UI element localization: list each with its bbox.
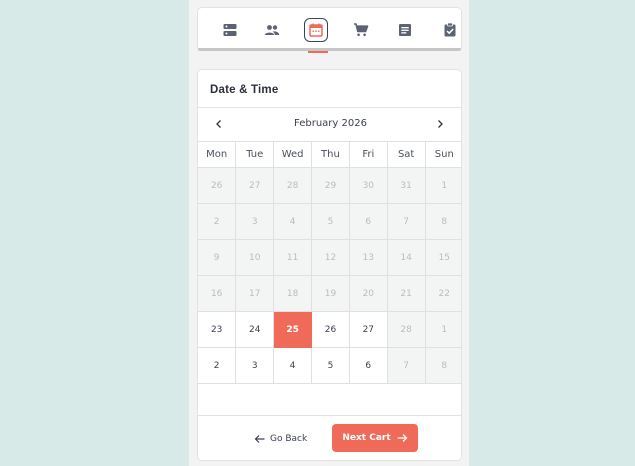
panel-footer: Go Back Next Cart (198, 415, 461, 460)
calendar-day-selected[interactable]: 25 (273, 311, 313, 348)
next-cart-button[interactable]: Next Cart (332, 424, 418, 452)
calendar-day-disabled: 6 (348, 203, 388, 240)
month-label: February 2026 (294, 118, 367, 129)
calendar-day[interactable]: 24 (235, 311, 275, 348)
calendar-day-disabled: 28 (273, 167, 313, 204)
calendar-day-disabled: 20 (348, 275, 388, 312)
next-cart-label: Next Cart (342, 433, 391, 443)
next-month-button[interactable] (432, 116, 448, 132)
calendar-day-disabled: 12 (311, 239, 350, 276)
calendar-day-disabled: 26 (198, 167, 237, 204)
people-icon (264, 25, 280, 35)
step-cart[interactable] (349, 18, 373, 42)
calendar-day-disabled: 27 (235, 167, 275, 204)
calendar-day-disabled: 15 (424, 239, 461, 276)
calendar-day[interactable]: 26 (311, 311, 350, 348)
calendar-day-disabled: 8 (424, 203, 461, 240)
calendar-day-disabled: 13 (348, 239, 388, 276)
calendar-day-disabled: 17 (235, 275, 275, 312)
server-icon (223, 24, 237, 36)
calendar-day-disabled: 7 (386, 203, 426, 240)
form-icon (399, 24, 411, 36)
calendar-day-disabled: 31 (386, 167, 426, 204)
calendar-day-disabled: 10 (235, 239, 275, 276)
calendar-week-row: 2345678 (198, 347, 461, 384)
weekday-header: Tue (235, 141, 275, 168)
arrow-left-icon (254, 435, 265, 443)
calendar-day-disabled: 16 (198, 275, 237, 312)
calendar-day-disabled: 8 (424, 347, 461, 384)
step-progress-track (198, 48, 461, 53)
step-date-time[interactable] (304, 18, 328, 42)
weekday-header: Wed (273, 141, 313, 168)
calendar-week-row: 9 10 11 12 13 14 15 (198, 239, 461, 276)
arrow-right-icon (397, 434, 408, 442)
calendar-day[interactable]: 2 (198, 347, 237, 384)
step-services[interactable] (218, 18, 242, 42)
calendar-day-disabled: 21 (386, 275, 426, 312)
weekday-header: Thu (311, 141, 350, 168)
calendar-icon (309, 23, 323, 37)
calendar-day[interactable]: 3 (235, 347, 275, 384)
calendar-week-row: 26 27 28 29 30 31 1 (198, 167, 461, 204)
clipboard-check-icon (444, 22, 456, 37)
weekday-header-row: Mon Tue Wed Thu Fri Sat Sun (198, 141, 461, 168)
calendar-day-disabled: 9 (198, 239, 237, 276)
weekday-header: Mon (198, 141, 237, 168)
go-back-button[interactable]: Go Back (254, 429, 307, 449)
calendar-day-disabled: 22 (424, 275, 461, 312)
calendar-day-disabled: 18 (273, 275, 313, 312)
calendar-day[interactable]: 27 (348, 311, 388, 348)
step-progress-indicator (308, 51, 328, 53)
step-confirmation[interactable] (438, 18, 462, 42)
go-back-label: Go Back (270, 434, 308, 444)
calendar-day[interactable]: 23 (198, 311, 237, 348)
calendar-week-row: 23 24 25 26 27 28 1 (198, 311, 461, 348)
calendar-day-disabled: 5 (311, 203, 350, 240)
calendar-day-disabled: 29 (311, 167, 350, 204)
step-information[interactable] (393, 18, 417, 42)
calendar-day[interactable]: 4 (273, 347, 313, 384)
weekday-header: Sat (386, 141, 426, 168)
calendar-day-disabled: 3 (235, 203, 275, 240)
calendar-day-disabled: 1 (424, 311, 461, 348)
calendar-day-disabled: 1 (424, 167, 461, 204)
calendar-day-disabled: 4 (273, 203, 313, 240)
calendar-day-disabled: 28 (386, 311, 426, 348)
weekday-header: Fri (348, 141, 388, 168)
cart-icon (354, 23, 369, 37)
calendar-day-disabled: 14 (386, 239, 426, 276)
step-staff[interactable] (260, 18, 284, 42)
calendar-week-row: 2345678 (198, 203, 461, 240)
calendar-day[interactable]: 5 (311, 347, 350, 384)
chevron-right-icon (438, 120, 443, 128)
calendar-day-disabled: 7 (386, 347, 426, 384)
month-navigation: February 2026 (198, 107, 461, 141)
calendar-day[interactable]: 6 (348, 347, 388, 384)
calendar-day-disabled: 30 (348, 167, 388, 204)
calendar-day-disabled: 19 (311, 275, 350, 312)
calendar-day-disabled: 2 (198, 203, 237, 240)
weekday-header: Sun (424, 141, 461, 168)
date-time-panel: Date & Time February 2026 Mon Tue Wed Thu Fr… (197, 69, 462, 461)
step-navigation (197, 7, 462, 53)
calendar-day-disabled: 11 (273, 239, 313, 276)
calendar-week-row: 16 17 18 19 20 21 22 (198, 275, 461, 312)
panel-title: Date & Time (210, 84, 279, 96)
calendar-grid: Mon Tue Wed Thu Fri Sat Sun 26 27 28 29 30 31 1 2 3 4 5 6… (198, 141, 461, 384)
